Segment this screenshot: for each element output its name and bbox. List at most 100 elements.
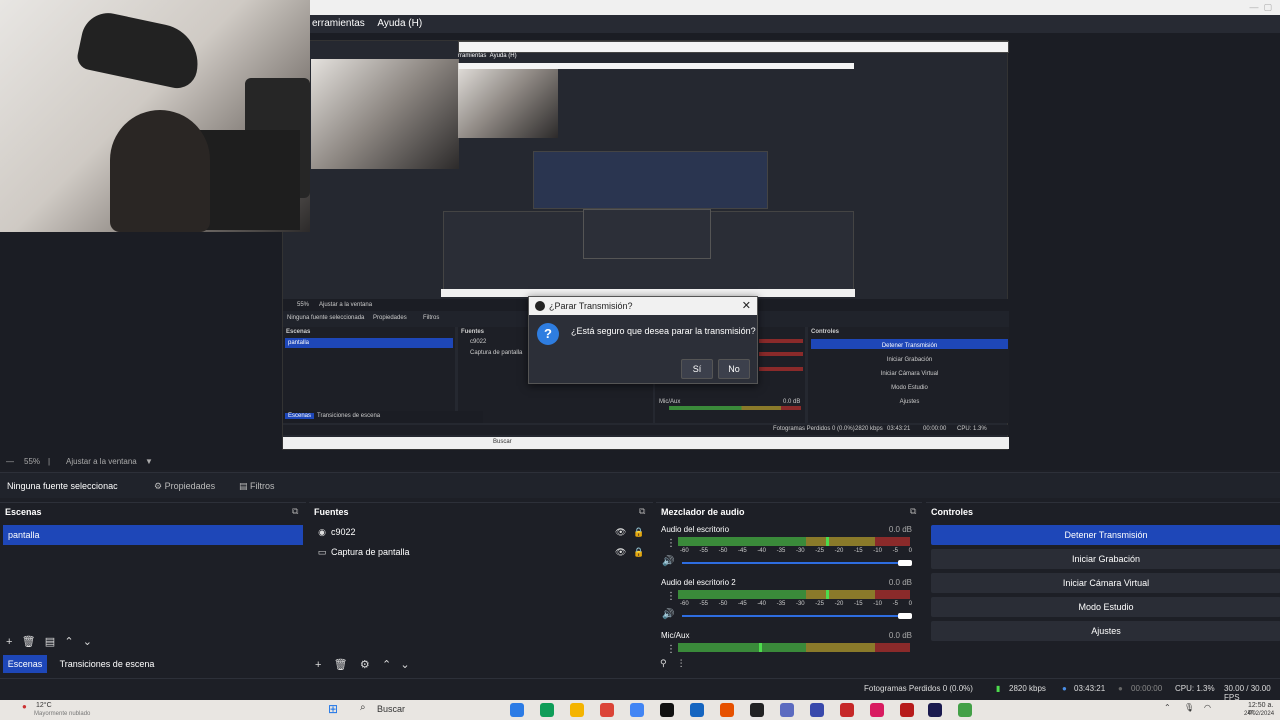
sources-title: Fuentes bbox=[314, 507, 349, 517]
menu-item-tools[interactable]: erramientas bbox=[312, 18, 365, 29]
settings-button[interactable]: Ajustes bbox=[931, 621, 1280, 641]
zoom-divider: | bbox=[48, 457, 51, 466]
nested-menu: rramientas Ayuda (H) bbox=[458, 53, 517, 59]
channel-db: 0.0 dB bbox=[888, 631, 912, 640]
scenes-dock: Escenas ⧉ pantalla + 🗑 ▤ ⌃ ⌄ Escenas Tra… bbox=[0, 502, 306, 676]
dropped-frames: Fotogramas Perdidos 0 (0.0%) bbox=[864, 684, 973, 693]
filters-button[interactable]: ▤ Filtros bbox=[233, 477, 281, 495]
eye-icon[interactable]: 👁 bbox=[615, 523, 626, 541]
clock-date[interactable]: 24/02/2024 bbox=[1244, 711, 1274, 717]
tray-chevron-icon[interactable]: ⌃ bbox=[1164, 703, 1171, 712]
tab-transitions[interactable]: Transiciones de escena bbox=[52, 655, 162, 673]
volume-slider[interactable] bbox=[682, 615, 912, 617]
chevron-down-icon[interactable]: ▼ bbox=[145, 457, 153, 466]
nested-webcam-2 bbox=[458, 63, 558, 138]
menu-item-help[interactable]: Ayuda (H) bbox=[377, 18, 422, 29]
app-icon-7[interactable] bbox=[690, 703, 704, 717]
app-icon-1[interactable] bbox=[510, 703, 524, 717]
add-icon[interactable]: + bbox=[315, 659, 321, 671]
more-icon[interactable]: ⋮ bbox=[677, 658, 686, 668]
tick-label: -10 bbox=[873, 601, 882, 607]
undock-icon[interactable]: ⧉ bbox=[292, 506, 298, 517]
mixer-channel: Audio del escritorio 2 0.0 dB ⋮ -60 -55 -50 -4… bbox=[660, 578, 916, 630]
channel-name: Audio del escritorio 2 bbox=[661, 578, 736, 587]
more-icon[interactable]: ⋮ bbox=[666, 644, 676, 655]
eye-icon[interactable]: 👁 bbox=[615, 543, 626, 561]
lock-icon[interactable]: 🔒 bbox=[633, 523, 644, 541]
tick-label: -20 bbox=[834, 601, 844, 607]
lock-icon[interactable]: 🔒 bbox=[633, 543, 644, 561]
link-icon[interactable]: ⚲ bbox=[660, 658, 667, 668]
undock-icon[interactable]: ⧉ bbox=[910, 506, 916, 517]
wifi-icon[interactable]: ◠ bbox=[1204, 703, 1211, 712]
speaker-icon[interactable]: 🔊 bbox=[662, 556, 674, 567]
source-item-screen-capture[interactable]: ▭ Captura de pantalla 👁 🔒 bbox=[315, 543, 645, 561]
app-icon-8[interactable] bbox=[720, 703, 734, 717]
weather-temp[interactable]: 12°C bbox=[36, 702, 52, 709]
volume-knob[interactable] bbox=[898, 613, 912, 619]
volume-slider[interactable] bbox=[682, 562, 912, 564]
properties-button[interactable]: ⚙ Propiedades bbox=[148, 477, 221, 495]
tick-label: -30 bbox=[795, 548, 805, 554]
close-icon[interactable]: ✕ bbox=[742, 299, 751, 312]
stop-streaming-button[interactable]: Detener Transmisión bbox=[931, 525, 1280, 545]
start-virtual-camera-button[interactable]: Iniciar Cámara Virtual bbox=[931, 573, 1280, 593]
no-button[interactable]: No bbox=[718, 359, 750, 379]
zoom-minus-icon[interactable]: — bbox=[6, 457, 14, 466]
more-icon[interactable]: ⋮ bbox=[666, 538, 676, 549]
studio-mode-button[interactable]: Modo Estudio bbox=[931, 597, 1280, 617]
filter-icon: ▤ bbox=[239, 481, 251, 491]
fit-window-label[interactable]: Ajustar a la ventana bbox=[66, 457, 137, 466]
premiere-icon[interactable] bbox=[928, 703, 942, 717]
arrow-up-icon[interactable]: ⌃ bbox=[64, 636, 73, 648]
source-item-c9022[interactable]: ◉ c9022 👁 🔒 bbox=[315, 523, 645, 541]
teams-icon[interactable] bbox=[810, 703, 824, 717]
app-icon-14[interactable] bbox=[900, 703, 914, 717]
audio-mixer-dock: Mezclador de audio ⧉ Audio del escritori… bbox=[656, 502, 922, 676]
meter-level bbox=[826, 537, 830, 546]
tick-label: -45 bbox=[737, 548, 747, 554]
chrome-icon[interactable] bbox=[600, 703, 614, 717]
filter-icon[interactable]: ▤ bbox=[45, 636, 55, 648]
taskbar-search[interactable]: Buscar bbox=[377, 704, 405, 714]
window-controls-icon[interactable]: — ▢ bbox=[1249, 2, 1272, 13]
app-icon-13[interactable] bbox=[870, 703, 884, 717]
trash-icon[interactable]: 🗑 bbox=[22, 636, 36, 648]
search-icon[interactable]: ⌕ bbox=[360, 702, 366, 713]
tiktok-icon[interactable] bbox=[660, 703, 674, 717]
yes-button[interactable]: Sí bbox=[681, 359, 713, 379]
app-icon-5[interactable] bbox=[630, 703, 644, 717]
mixer-toolbar: ⚲ ⋮ bbox=[660, 658, 686, 669]
undock-icon[interactable]: ⧉ bbox=[639, 506, 645, 517]
windows-start-icon[interactable]: ⊞ bbox=[328, 702, 338, 716]
properties-label: Propiedades bbox=[164, 481, 216, 491]
trash-icon[interactable]: 🗑 bbox=[334, 659, 348, 671]
app-icon-2[interactable] bbox=[540, 703, 554, 717]
folder-icon[interactable] bbox=[570, 703, 584, 717]
tab-scenes[interactable]: Escenas bbox=[3, 655, 47, 673]
arrow-down-icon[interactable]: ⌄ bbox=[83, 636, 92, 648]
mixer-channel: Audio del escritorio 0.0 dB ⋮ -60 -55 -50 -45-… bbox=[660, 525, 916, 577]
add-icon[interactable]: + bbox=[6, 636, 12, 648]
app-icon-12[interactable] bbox=[840, 703, 854, 717]
windows-taskbar: ● 12°C Mayormente nublado ⊞ ⌕ Buscar ⌃ 🎙… bbox=[0, 700, 1280, 720]
arrow-down-icon[interactable]: ⌄ bbox=[400, 659, 409, 671]
volume-knob[interactable] bbox=[898, 560, 912, 566]
start-recording-button[interactable]: Iniciar Grabación bbox=[931, 549, 1280, 569]
gear-icon[interactable]: ⚙ bbox=[360, 659, 370, 671]
mic-icon[interactable]: 🎙 bbox=[1184, 703, 1194, 712]
more-icon[interactable]: ⋮ bbox=[666, 591, 676, 602]
weather-desc: Mayormente nublado bbox=[34, 711, 91, 717]
speaker-icon[interactable]: 🔊 bbox=[662, 609, 674, 620]
signal-icon: ▮ bbox=[996, 684, 1001, 693]
scene-item-pantalla[interactable]: pantalla bbox=[3, 525, 303, 545]
cpu-usage: CPU: 1.3% bbox=[1175, 684, 1215, 693]
app-icon-16[interactable] bbox=[958, 703, 972, 717]
obs-taskbar-icon[interactable] bbox=[750, 703, 764, 717]
tick-label: -35 bbox=[776, 601, 786, 607]
meter-ticks: -60 -55 -50 -45 -40 -35 -30 -25 -20 -15 -10 -5 0 bbox=[680, 548, 912, 554]
meter-level bbox=[826, 590, 830, 599]
tick-label: -45 bbox=[737, 601, 747, 607]
app-icon-10[interactable] bbox=[780, 703, 794, 717]
arrow-up-icon[interactable]: ⌃ bbox=[382, 659, 391, 671]
